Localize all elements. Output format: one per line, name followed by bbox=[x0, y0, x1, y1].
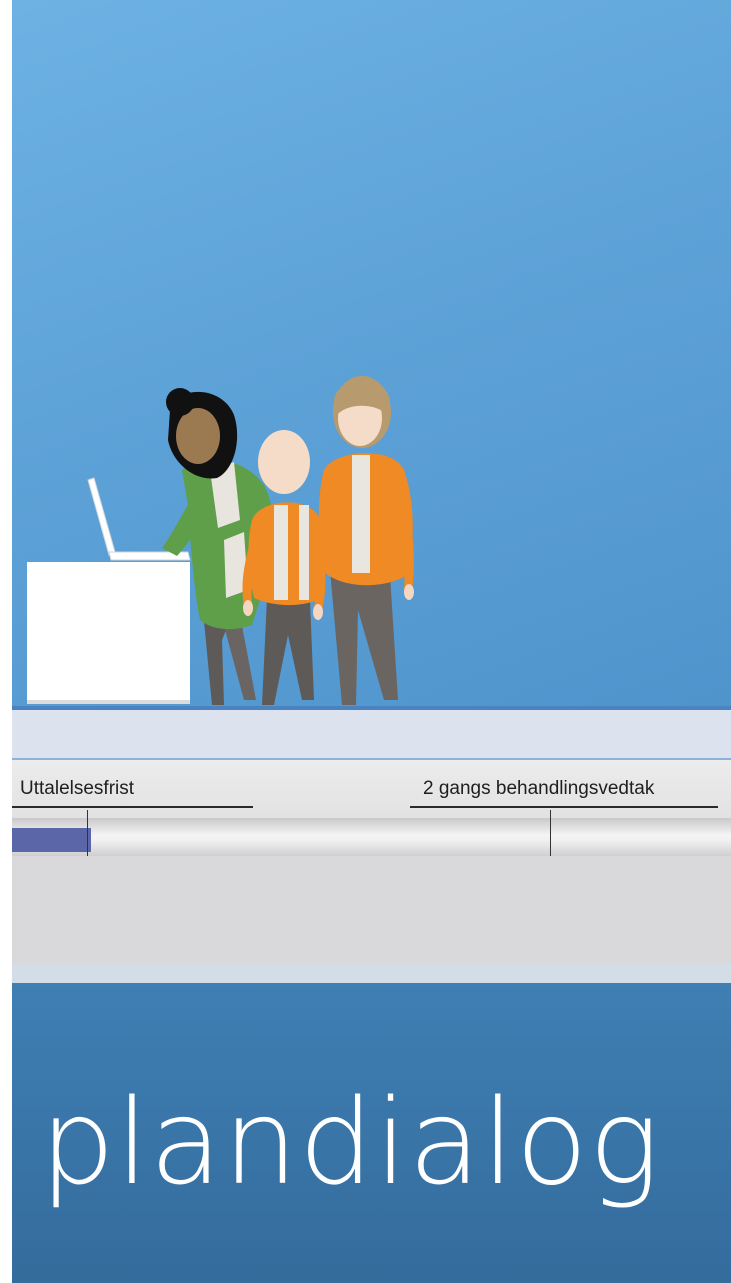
title-footer: plandialog bbox=[12, 983, 731, 1283]
timeline-body bbox=[12, 856, 731, 964]
video-frame: Uttalelsesfrist 2 gangs behandlingsvedta… bbox=[12, 0, 731, 1283]
people-at-desk-illustration bbox=[27, 376, 414, 705]
desk-icon bbox=[27, 562, 190, 704]
milestone-rule-right bbox=[410, 806, 718, 808]
milestone-label-uttalelsesfrist: Uttalelsesfrist bbox=[20, 778, 135, 799]
timeline-tick-uttalelsesfrist bbox=[87, 810, 88, 856]
woman-orange-vest-icon bbox=[318, 376, 414, 705]
milestone-label-behandlingsvedtak: 2 gangs behandlingsvedtak bbox=[423, 778, 655, 799]
timeline-labels: Uttalelsesfrist 2 gangs behandlingsvedta… bbox=[12, 760, 731, 818]
timeline-footer-band bbox=[12, 964, 731, 983]
timeline-header-band bbox=[12, 710, 731, 760]
child-orange-vest-icon bbox=[242, 430, 326, 705]
illustration-scene bbox=[12, 0, 731, 708]
timeline-tick-behandlingsvedtak bbox=[550, 810, 551, 856]
milestone-rule-left bbox=[12, 806, 253, 808]
timeline-progress-bar bbox=[12, 828, 92, 852]
timeline-track bbox=[12, 810, 731, 856]
footer-title: plandialog bbox=[40, 1073, 661, 1211]
